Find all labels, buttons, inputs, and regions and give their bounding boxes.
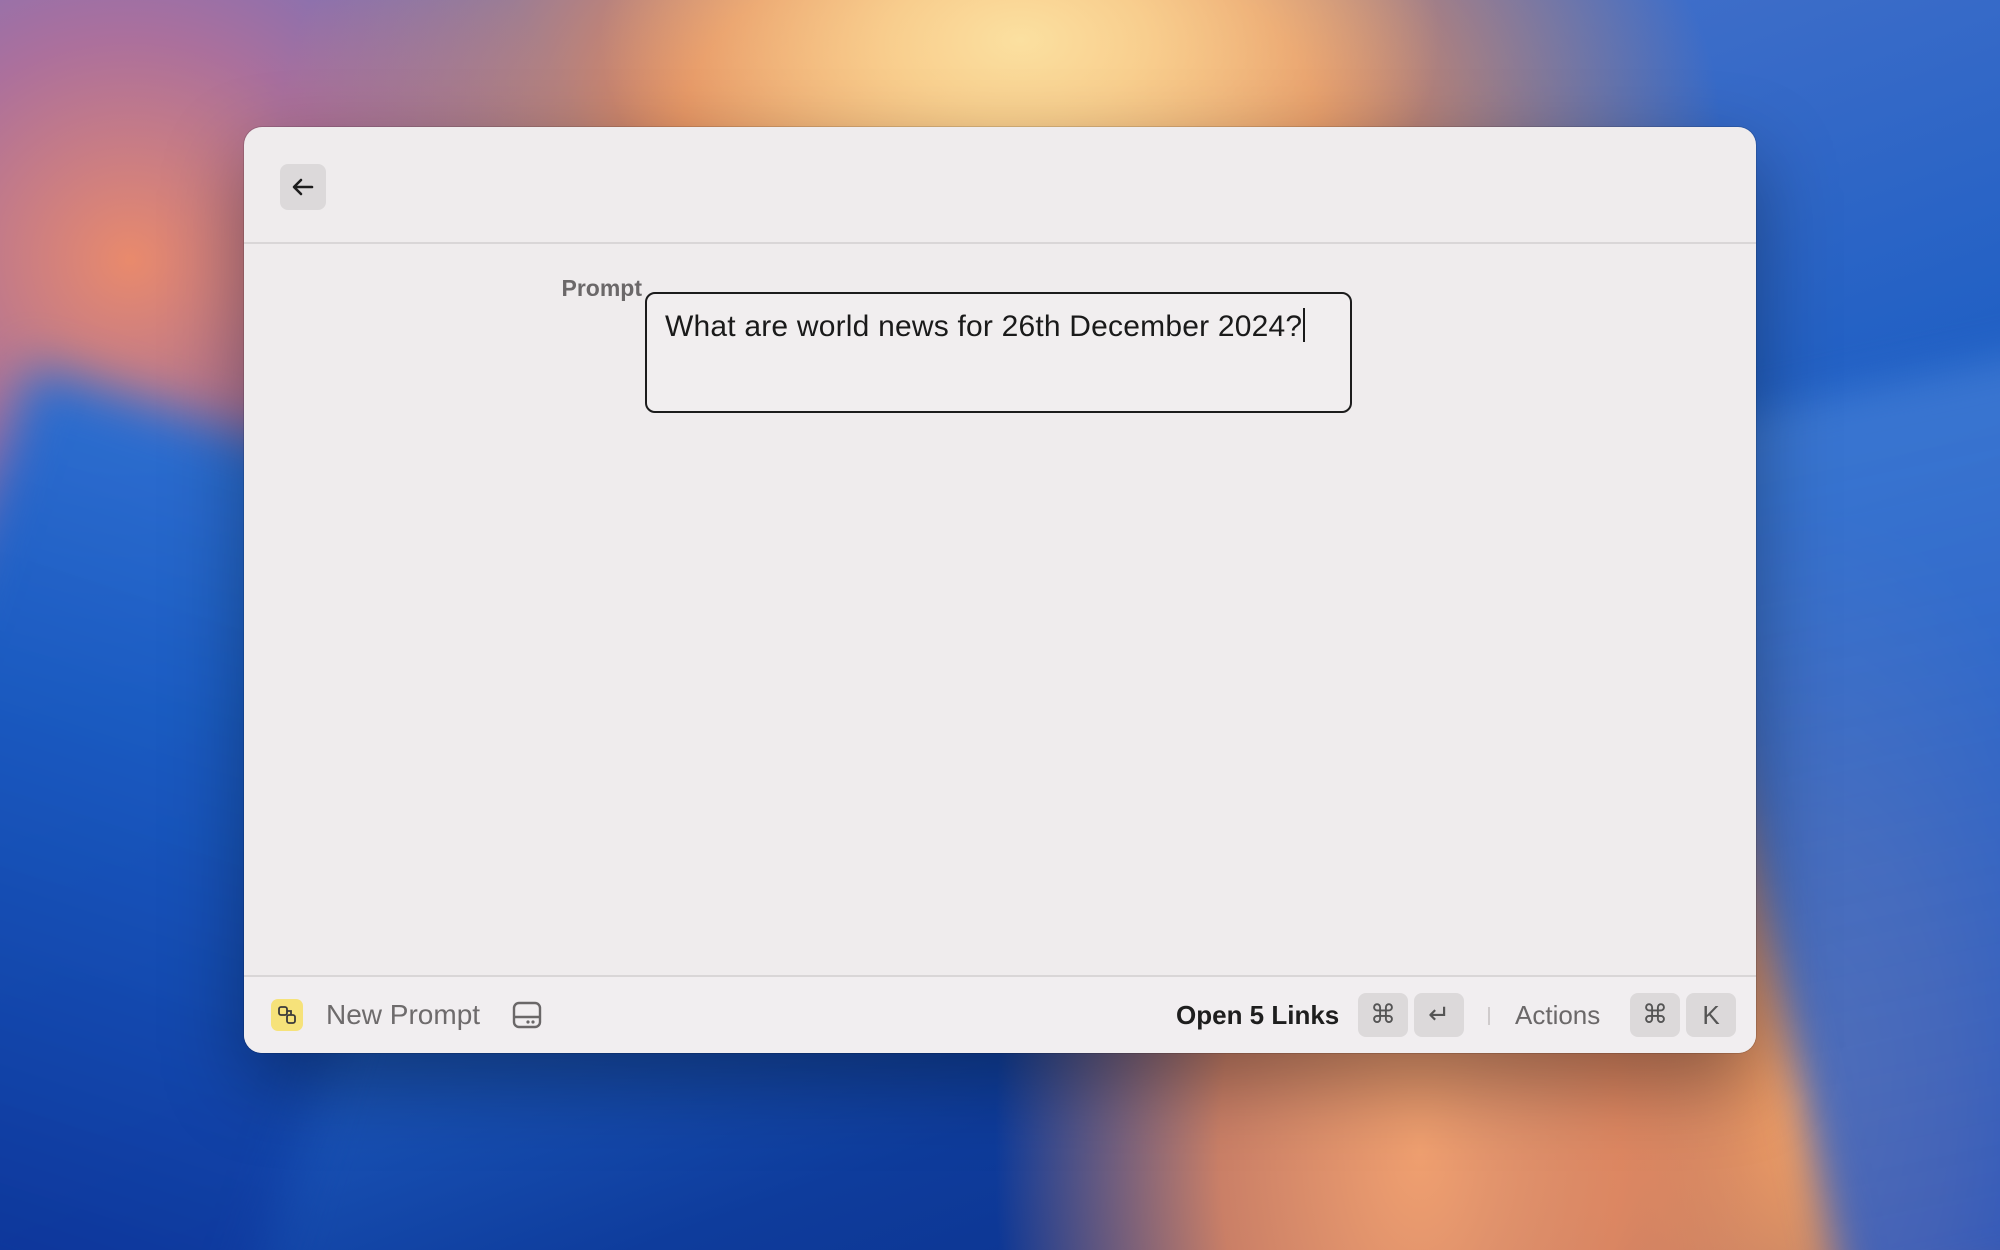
extension-title: New Prompt (326, 999, 481, 1030)
back-button[interactable] (280, 164, 326, 210)
command-key-icon: ⌘ (1630, 993, 1680, 1037)
top-bar (244, 127, 1756, 244)
text-caret (1303, 308, 1306, 342)
actions-button[interactable]: Actions (1515, 997, 1600, 1033)
prompt-textarea[interactable]: What are world news for 26th December 20… (645, 292, 1352, 413)
prompt-label: Prompt (561, 275, 643, 301)
action-bar: New Prompt Open 5 Links ⌘ ↵ Actions ⌘ K (244, 975, 1756, 1053)
divider (1488, 1007, 1490, 1025)
extension-icon (271, 999, 303, 1031)
hard-drive-icon[interactable] (510, 998, 544, 1032)
open-links-button[interactable]: Open 5 Links (1176, 997, 1339, 1033)
prompt-text: What are world news for 26th December 20… (665, 310, 1303, 343)
arrow-left-icon (292, 178, 314, 196)
k-key: K (1686, 993, 1736, 1037)
return-key-icon: ↵ (1414, 993, 1464, 1037)
launcher-window: Prompt What are world news for 26th Dece… (244, 127, 1756, 1053)
command-key-icon: ⌘ (1358, 993, 1408, 1037)
